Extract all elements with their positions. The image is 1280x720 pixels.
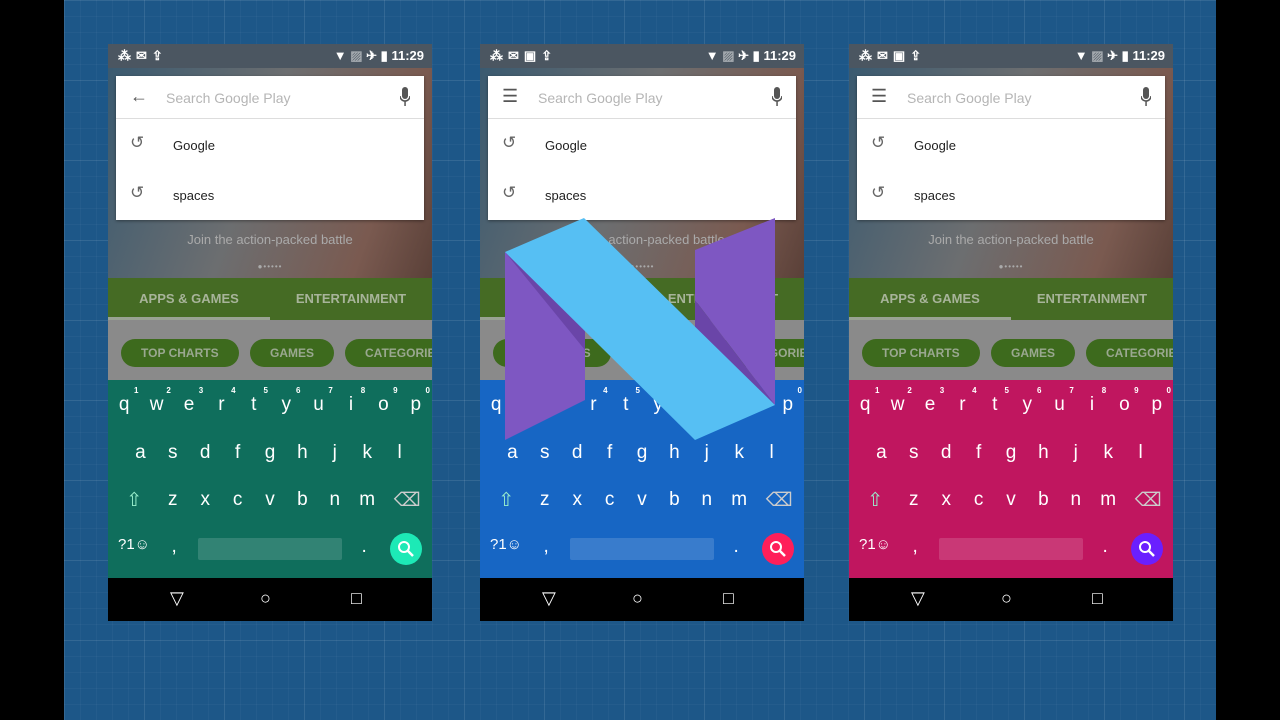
android-n-logo (505, 218, 775, 440)
